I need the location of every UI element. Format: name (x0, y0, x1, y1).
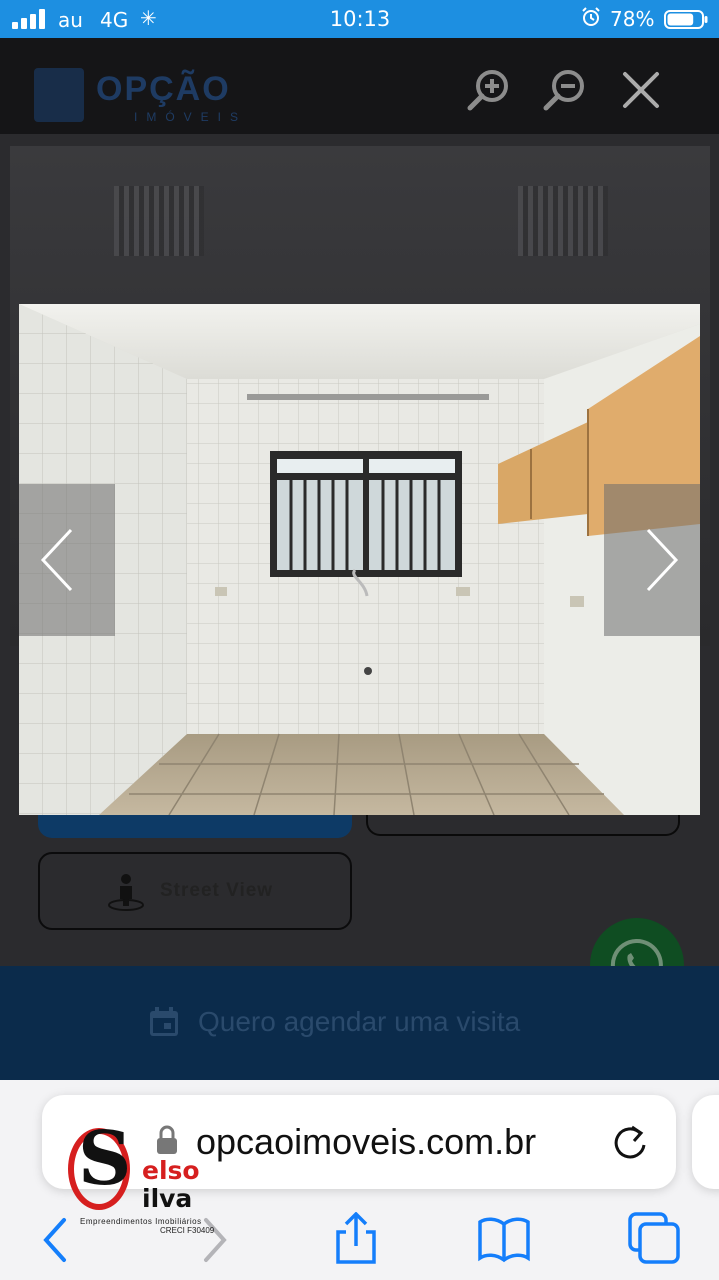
watermark-initial: S (78, 1116, 132, 1202)
clock: 10:13 (329, 7, 391, 31)
zoom-in-icon[interactable] (466, 66, 514, 114)
loading-spinner-icon: ✳ (140, 6, 157, 30)
url-text: opcaoimoveis.com.br (196, 1121, 537, 1162)
chevron-left-icon (40, 528, 73, 592)
background-window (518, 186, 608, 256)
battery-icon (664, 10, 708, 29)
schedule-visit-label: Quero agendar uma visita (198, 1006, 521, 1037)
network-type: 4G (100, 8, 129, 32)
next-photo-button[interactable] (604, 484, 700, 636)
watermark-tagline: Empreendimentos Imobiliários (80, 1217, 202, 1226)
calendar-icon (150, 1007, 178, 1036)
chevron-right-icon (646, 528, 679, 592)
brand-logo[interactable]: OPÇÃO IMÓVEIS (34, 68, 274, 126)
street-view-label: Street View (160, 880, 274, 901)
signal-icon (12, 9, 45, 29)
watermark-second-line: ilva (142, 1184, 193, 1213)
close-icon[interactable] (617, 66, 665, 114)
reload-icon[interactable] (610, 1121, 650, 1163)
tabs-icon[interactable] (628, 1212, 680, 1264)
screen: au 4G ✳ 10:13 78% OPÇÃO IMÓVEIS Street V… (0, 0, 719, 1280)
next-tab-address-bar[interactable] (692, 1095, 719, 1189)
brand-subtitle: IMÓVEIS (134, 110, 248, 124)
site-header: OPÇÃO IMÓVEIS (0, 38, 719, 134)
watermark-creci: CRECI F30409 (160, 1226, 215, 1235)
person-pin-icon (108, 874, 144, 911)
share-icon[interactable] (330, 1212, 382, 1264)
bookmarks-icon[interactable] (478, 1212, 530, 1264)
gallery-photo[interactable] (19, 304, 700, 815)
watermark-logo: S elso ilva Empreendimentos Imobiliários… (64, 1122, 244, 1240)
status-bar: au 4G ✳ 10:13 78% (0, 0, 719, 38)
alarm-icon (582, 7, 600, 26)
street-view-button[interactable]: Street View (38, 852, 352, 930)
background-window (114, 186, 204, 256)
zoom-out-icon[interactable] (542, 66, 590, 114)
watermark-first-line: elso (142, 1156, 200, 1185)
brand-mark-icon (34, 68, 84, 122)
brand-name: OPÇÃO (96, 70, 231, 108)
previous-photo-button[interactable] (19, 484, 115, 636)
kitchen-photo (19, 304, 700, 815)
battery-percent: 78% (610, 7, 655, 31)
carrier-label: au (58, 8, 83, 32)
schedule-visit-button[interactable]: Quero agendar uma visita (0, 966, 719, 1080)
